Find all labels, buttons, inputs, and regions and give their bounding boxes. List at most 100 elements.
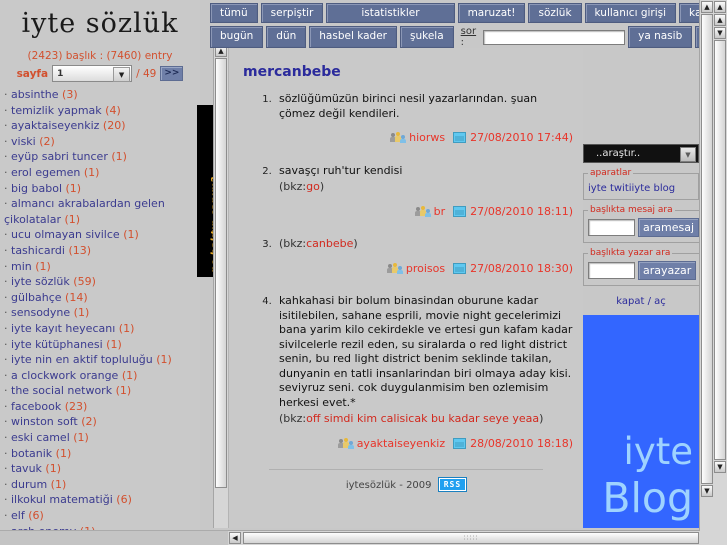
nav-button[interactable]: dün xyxy=(266,26,307,48)
sidebar-topic-item[interactable]: · almancı akrabalardan gelen çikolatalar… xyxy=(4,196,198,227)
nav-button[interactable]: istatistikler xyxy=(326,3,455,23)
sidebar-topic-item[interactable]: · eyüp sabri tuncer (1) xyxy=(4,149,198,165)
sidebar-topic-item[interactable]: · iyte sözlük (59) xyxy=(4,274,198,290)
sidebar-topic-item[interactable]: · temizlik yapmak (4) xyxy=(4,103,198,119)
message-search-button[interactable]: aramesaj xyxy=(638,218,700,237)
sidebar-topic-item[interactable]: · iyte nin en aktif topluluğu (1) xyxy=(4,352,198,368)
browser-scrollbar-outer[interactable]: ▲ ▲ ▼ ▼ xyxy=(712,0,727,545)
scroll-up-icon[interactable]: ▲ xyxy=(701,1,713,13)
scrollbar-thumb-horizontal[interactable] xyxy=(243,532,699,544)
sidebar-topic-item[interactable]: · winston soft (2) xyxy=(4,414,198,430)
nav-button[interactable]: ya nasib xyxy=(628,26,693,48)
chevron-down-icon[interactable]: ▼ xyxy=(113,67,131,82)
scroll-down-icon-inner[interactable]: ▼ xyxy=(714,27,726,39)
search-input[interactable] xyxy=(483,29,626,45)
sidebar-topic-item[interactable]: · ucu olmayan sivilce (1) xyxy=(4,227,198,243)
sidebar-topic-item[interactable]: · tavuk (1) xyxy=(4,461,198,477)
sidebar-topic-label: botanik xyxy=(11,446,53,460)
sidebar-topic-item[interactable]: · a clockwork orange (1) xyxy=(4,368,198,384)
sidebar-topic-item[interactable]: · durum (1) xyxy=(4,477,198,493)
sidebar-topic-item[interactable]: · iyte kütüphanesi (1) xyxy=(4,337,198,353)
sidebar-topic-item[interactable]: · tashicardi (13) xyxy=(4,243,198,259)
entry-author[interactable]: proisos xyxy=(406,262,445,275)
entry-bkz-link[interactable]: canbebe xyxy=(306,237,353,250)
panel-toggle[interactable]: kapat / aç xyxy=(583,296,699,307)
scroll-up-icon-inner[interactable]: ▲ xyxy=(714,14,726,26)
entry-item: sözlüğümüzün birinci nesil yazarlarından… xyxy=(275,92,573,146)
window-resize-corner[interactable] xyxy=(0,530,228,545)
nav-button[interactable]: bugün xyxy=(210,26,264,48)
sidebar-topic-label: ayaktaiseyenkiz xyxy=(11,119,100,133)
bullet-icon: · xyxy=(4,259,11,273)
sidebar-topic-item[interactable]: · min (1) xyxy=(4,259,198,275)
nav-button[interactable]: tümü xyxy=(210,3,258,23)
sidebar-topic-count: (1) xyxy=(64,212,81,226)
sidebar-topic-label: temizlik yapmak xyxy=(11,103,102,117)
sidebar-topic-item[interactable]: · facebook (23) xyxy=(4,399,198,415)
nav-button[interactable]: maruzat! xyxy=(457,3,526,23)
sidebar-topic-label: elf xyxy=(11,509,25,523)
scrollbar-grip-icon xyxy=(463,534,479,542)
sidebar-topic-item[interactable]: · big babol (1) xyxy=(4,181,198,197)
scroll-up-icon[interactable]: ▲ xyxy=(714,1,726,13)
entry-date: 28/08/2010 18:18) xyxy=(470,436,573,450)
sidebar-topic-item[interactable]: · ilkokul matematiği (6) xyxy=(4,492,198,508)
sidebar-topic-label: eyüp sabri tuncer xyxy=(11,150,108,164)
bullet-icon: · xyxy=(4,384,11,398)
chevron-down-icon[interactable]: ▼ xyxy=(680,147,696,162)
page-select[interactable]: 1 ▼ xyxy=(52,65,133,82)
message-search-input[interactable] xyxy=(588,219,635,236)
arastir-select[interactable]: ..araştır.. ▼ xyxy=(583,144,699,163)
site-logo[interactable]: iyte sözlük xyxy=(0,0,200,44)
sidebar-topic-item[interactable]: · elf (6) xyxy=(4,508,198,524)
sidebar-topic-count: (1) xyxy=(111,150,127,164)
sidebar-topic-count: (6) xyxy=(28,509,44,523)
content-scrollbar-left[interactable]: ▲ xyxy=(213,44,228,528)
content-scrollbar-horizontal[interactable]: ◀ xyxy=(228,530,700,545)
nav-button[interactable]: hasbel kader xyxy=(309,26,397,48)
author-search-button[interactable]: arayazar xyxy=(638,261,697,280)
nav-button[interactable]: sözlük xyxy=(528,3,582,23)
link-iyte-twiti[interactable]: iyte twiti xyxy=(588,183,632,194)
entry-bkz-link[interactable]: go xyxy=(306,180,320,193)
entry-bkz-link[interactable]: off simdi kim calisicak bu kadar seye ye… xyxy=(306,412,539,425)
site-footer: iytesözlük - 2009 RSS xyxy=(229,477,583,492)
sidebar-topic-item[interactable]: · viski (2) xyxy=(4,134,198,150)
sidebar-topic-count: (20) xyxy=(102,119,126,133)
scroll-down-icon[interactable]: ▼ xyxy=(714,461,726,473)
scrollbar-thumb-outer[interactable] xyxy=(714,40,726,460)
sidebar-topic-item[interactable]: · erol egemen (1) xyxy=(4,165,198,181)
entry-bkz-suffix: ) xyxy=(539,412,544,425)
sidebar-topic-item[interactable]: · ayaktaiseyenkiz (20) xyxy=(4,118,198,134)
sidebar-topic-item[interactable]: · iyte kayıt heyecanı (1) xyxy=(4,321,198,337)
entry-author[interactable]: hiorws xyxy=(409,131,445,144)
page-scrollbar-inner[interactable]: ▲ ▼ xyxy=(699,0,714,545)
entry-meta: proisos 27/08/2010 18:30) xyxy=(279,262,573,277)
rss-badge[interactable]: RSS xyxy=(437,477,468,492)
entry-author[interactable]: br xyxy=(434,205,446,218)
aparatlar-box: aparatlar iyte twitiiyte blog xyxy=(583,168,699,200)
nav-button[interactable]: şukela xyxy=(400,26,454,48)
sidebar-topic-item[interactable]: · sensodyne (1) xyxy=(4,305,198,321)
scroll-left-icon[interactable]: ◀ xyxy=(229,532,241,544)
iyte-blog-banner[interactable]: iyte Blog xyxy=(583,315,699,528)
scroll-down-icon[interactable]: ▼ xyxy=(701,485,713,497)
page-next-button[interactable]: >> xyxy=(160,66,184,81)
link-iyte-blog[interactable]: iyte blog xyxy=(632,183,676,194)
sidebar-topic-item[interactable]: · absinthe (3) xyxy=(4,87,198,103)
panel-toggle-link[interactable]: kapat / aç xyxy=(616,296,666,307)
sidebar-topic-item[interactable]: · botanik (1) xyxy=(4,446,198,462)
scrollbar-thumb[interactable] xyxy=(215,58,227,488)
nav-button[interactable]: kullanıcı girişi xyxy=(584,3,677,23)
sidebar-topic-item[interactable]: · the social network (1) xyxy=(4,383,198,399)
sidebar-topic-item[interactable]: · gülbahçe (14) xyxy=(4,290,198,306)
nav-button[interactable]: serpiştir xyxy=(260,3,324,23)
sidebar-topic-item[interactable]: · eski camel (1) xyxy=(4,430,198,446)
entry-meta: br 27/08/2010 18:11) xyxy=(279,205,573,220)
sidebar-topic-label: ilkokul matematiği xyxy=(11,493,113,507)
scrollbar-thumb-inner[interactable] xyxy=(701,14,713,484)
sidebar-topic-count: (2) xyxy=(81,415,97,429)
author-search-input[interactable] xyxy=(588,262,635,279)
sidebar-topic-count: (1) xyxy=(121,368,138,382)
entry-author[interactable]: ayaktaiseyenkiz xyxy=(357,437,445,450)
